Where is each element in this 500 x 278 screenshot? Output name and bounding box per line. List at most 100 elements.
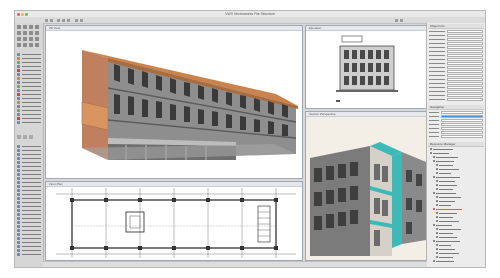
palette-set-item[interactable] bbox=[17, 81, 41, 84]
property-row[interactable] bbox=[429, 58, 483, 61]
window-tool-icon[interactable] bbox=[29, 43, 33, 47]
tree-item[interactable] bbox=[436, 228, 461, 231]
palette-set-item[interactable] bbox=[17, 229, 41, 232]
tree-item[interactable] bbox=[430, 148, 453, 151]
palette-set-item[interactable] bbox=[17, 157, 41, 160]
palette-set-item[interactable] bbox=[17, 109, 41, 112]
palette-set-item[interactable] bbox=[17, 101, 41, 104]
navigation-row[interactable] bbox=[429, 127, 483, 130]
pan-icon[interactable] bbox=[80, 18, 83, 22]
property-row[interactable] bbox=[429, 74, 483, 77]
palette-set-item[interactable] bbox=[17, 169, 41, 172]
tree-item[interactable] bbox=[436, 172, 451, 175]
palette-set-item[interactable] bbox=[17, 93, 41, 96]
palette-set-item[interactable] bbox=[17, 121, 41, 124]
palette-set-item[interactable] bbox=[17, 113, 41, 116]
palette-set-item[interactable] bbox=[17, 77, 41, 80]
object-info-header[interactable]: Object Info bbox=[428, 24, 484, 29]
text-tool-icon[interactable] bbox=[17, 31, 21, 35]
property-row[interactable] bbox=[429, 46, 483, 49]
property-row[interactable] bbox=[429, 70, 483, 73]
navigation-row[interactable] bbox=[429, 135, 483, 138]
palette-set-item[interactable] bbox=[17, 185, 41, 188]
palette-set-item[interactable] bbox=[17, 249, 41, 252]
palette-set-item[interactable] bbox=[17, 61, 41, 64]
select-tool-icon[interactable] bbox=[17, 25, 21, 29]
tree-item[interactable] bbox=[436, 184, 457, 187]
undo-icon[interactable] bbox=[45, 18, 48, 22]
door-tool-icon[interactable] bbox=[23, 43, 27, 47]
tree-item[interactable] bbox=[433, 192, 456, 195]
render-icon[interactable] bbox=[62, 18, 65, 22]
stair-tool-icon[interactable] bbox=[35, 43, 39, 47]
tree-item[interactable] bbox=[436, 244, 451, 247]
property-row[interactable] bbox=[429, 62, 483, 65]
tree-item[interactable] bbox=[433, 240, 460, 243]
palette-set-item[interactable] bbox=[17, 253, 41, 256]
tree-item[interactable] bbox=[436, 232, 453, 235]
palette-set-item[interactable] bbox=[17, 165, 41, 168]
palette-set-item[interactable] bbox=[17, 189, 41, 192]
navigation-row[interactable] bbox=[429, 115, 483, 118]
palette-set-item[interactable] bbox=[17, 181, 41, 184]
property-row[interactable] bbox=[429, 50, 483, 53]
palette-set-item[interactable] bbox=[17, 53, 41, 56]
view-icon[interactable] bbox=[57, 18, 60, 22]
palette-set-item[interactable] bbox=[17, 233, 41, 236]
tree-item[interactable] bbox=[433, 208, 462, 211]
property-row[interactable] bbox=[429, 86, 483, 89]
property-row[interactable] bbox=[429, 30, 483, 33]
tree-item[interactable] bbox=[436, 204, 451, 207]
tree-item[interactable] bbox=[433, 260, 454, 263]
pan-tool-icon[interactable] bbox=[23, 25, 27, 29]
tree-item[interactable] bbox=[433, 224, 452, 227]
tree-item[interactable] bbox=[436, 236, 457, 239]
property-row[interactable] bbox=[429, 90, 483, 93]
tree-item[interactable] bbox=[430, 152, 449, 155]
zoom-icon[interactable] bbox=[75, 18, 78, 22]
viewport-elevation[interactable]: Elevation bbox=[305, 25, 429, 109]
palette-set-item[interactable] bbox=[17, 173, 41, 176]
property-row[interactable] bbox=[429, 34, 483, 37]
palette-set-item[interactable] bbox=[17, 97, 41, 100]
tree-item[interactable] bbox=[436, 220, 459, 223]
palette-set-item[interactable] bbox=[17, 57, 41, 60]
property-row[interactable] bbox=[429, 78, 483, 81]
palette-set-item[interactable] bbox=[17, 197, 41, 200]
palette-set-item[interactable] bbox=[17, 201, 41, 204]
grid-icon[interactable] bbox=[400, 18, 403, 22]
palette-set-item[interactable] bbox=[17, 213, 41, 216]
palette-set-item[interactable] bbox=[17, 209, 41, 212]
tree-item[interactable] bbox=[436, 248, 455, 251]
palette-set-item[interactable] bbox=[17, 69, 41, 72]
palette-set-item[interactable] bbox=[17, 237, 41, 240]
palette-set-item[interactable] bbox=[17, 73, 41, 76]
tree-item[interactable] bbox=[436, 200, 455, 203]
palette-set-item[interactable] bbox=[17, 225, 41, 228]
property-row[interactable] bbox=[429, 98, 483, 101]
palette-set-item[interactable] bbox=[17, 105, 41, 108]
viewport-floor-plan[interactable]: Floor Plan bbox=[45, 181, 303, 261]
tree-item[interactable] bbox=[433, 160, 454, 163]
palette-set-item[interactable] bbox=[17, 205, 41, 208]
snap-icon[interactable] bbox=[395, 18, 398, 22]
tree-item[interactable] bbox=[433, 176, 460, 179]
navigation-row[interactable] bbox=[429, 119, 483, 122]
zoom-tool-icon[interactable] bbox=[29, 25, 33, 29]
tree-item[interactable] bbox=[436, 164, 453, 167]
palette-set-item[interactable] bbox=[17, 117, 41, 120]
line-tool-icon[interactable] bbox=[23, 31, 27, 35]
property-row[interactable] bbox=[429, 38, 483, 41]
tree-item[interactable] bbox=[436, 168, 459, 171]
palette-set-item[interactable] bbox=[17, 145, 41, 148]
tree-item[interactable] bbox=[436, 188, 453, 191]
palette-tab-icon[interactable] bbox=[29, 135, 33, 139]
palette-set-item[interactable] bbox=[17, 193, 41, 196]
property-row[interactable] bbox=[429, 54, 483, 57]
tree-item[interactable] bbox=[436, 180, 455, 183]
property-row[interactable] bbox=[429, 66, 483, 69]
palette-set-item[interactable] bbox=[17, 161, 41, 164]
property-row[interactable] bbox=[429, 82, 483, 85]
flyover-tool-icon[interactable] bbox=[35, 25, 39, 29]
viewport-3d[interactable]: 3D View bbox=[45, 25, 303, 179]
